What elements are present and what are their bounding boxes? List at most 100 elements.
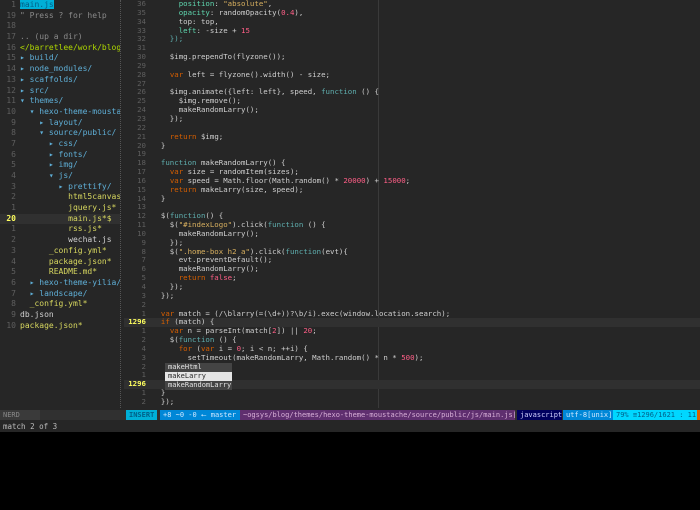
tree-row[interactable]: 7 ▸ landscape/ [0,289,120,300]
tree-row[interactable]: 4 package.json* [0,257,120,268]
tree-entry[interactable]: ▾ hexo-theme-moustache/ [20,107,120,116]
tree-entry[interactable]: _config.yml* [20,246,107,255]
tree-entry[interactable]: ▾ themes/ [20,96,63,105]
tree-row[interactable]: 1 rss.js* [0,224,120,235]
code-line[interactable]: 3 setTimeout(makeRandomLarry, Math.rando… [124,354,700,363]
code-line[interactable]: 28 var left = flyzone().width() - size; [124,71,700,80]
tree-entry[interactable]: ▸ hexo-theme-yilia/ [20,278,120,287]
tree-entry[interactable]: main.js [20,0,54,9]
tree-row[interactable]: 2 html5canvas.min.js* [0,192,120,203]
tree-entry[interactable]: .. (up a dir) [20,32,83,41]
autocomplete-popup[interactable]: makeHtmlmakeLarrymakeRandomLarry [165,363,232,390]
tree-entry[interactable]: ▾ js/ [20,171,73,180]
tree-row[interactable]: 6 ▸ fonts/ [0,150,120,161]
tree-row[interactable]: 6 ▸ hexo-theme-yilia/ [0,278,120,289]
completion-item[interactable]: makeLarry [165,372,232,381]
tree-row[interactable]: 3 ▸ prettify/ [0,182,120,193]
code-line[interactable]: 24 makeRandomLarry(); [124,106,700,115]
tree-entry[interactable]: </barretlee/work/blogsys/bl [20,43,120,52]
tree-row[interactable]: 11▾ themes/ [0,96,120,107]
line-number: 12 [0,86,16,97]
tree-row[interactable]: 17.. (up a dir) [0,32,120,43]
code-line[interactable]: 30 $img.prependTo(flyzone()); [124,53,700,62]
line-number: 9 [0,310,16,321]
tree-entry[interactable]: ▸ scaffolds/ [20,75,78,84]
tree-row[interactable]: 9 ▸ layout/ [0,118,120,129]
code-line[interactable]: 23 }); [124,115,700,124]
tree-entry[interactable]: package.json* [20,257,112,266]
code-line[interactable]: 15 return makeLarry(size, speed); [124,186,700,195]
tree-entry[interactable]: " Press ? for help [20,11,107,20]
tree-row[interactable]: 14▸ node_modules/ [0,64,120,75]
tree-row[interactable]: 16</barretlee/work/blogsys/bl [0,43,120,54]
tree-row[interactable]: 19" Press ? for help [0,11,120,22]
code-line[interactable]: 32 }); [124,35,700,44]
tree-row[interactable]: 8 _config.yml* [0,299,120,310]
completion-item[interactable]: makeRandomLarry [165,381,232,390]
tree-row[interactable]: 1 jquery.js* [0,203,120,214]
tree-row[interactable]: 10package.json* [0,321,120,332]
mode-indicator: INSERT [126,410,157,420]
tree-row[interactable]: 12 ▸ src/ [0,86,120,97]
code-line[interactable]: 2 }); [124,398,700,407]
code-token: (match) { [170,317,215,326]
tree-row[interactable]: 10 ▾ hexo-theme-moustache/ [0,107,120,118]
tree-row[interactable]: 18 [0,21,120,32]
nerdtree-panel[interactable]: 1main.js19" Press ? for help1817.. (up a… [0,0,120,408]
code-line[interactable]: 1 } [124,389,700,398]
tree-entry[interactable]: ▸ landscape/ [20,289,87,298]
code-line[interactable]: 14 } [124,195,700,204]
tree-entry[interactable]: README.md* [20,267,97,276]
tree-entry[interactable]: ▸ prettify/ [20,182,112,191]
tree-entry[interactable]: ▸ build/ [20,53,59,62]
code-token: top: top, [152,17,219,26]
code-line[interactable]: 3 }); [124,292,700,301]
code-line[interactable]: 4 }); [124,283,700,292]
code-token: var [170,326,183,335]
tree-row[interactable]: 9 db.json [0,310,120,321]
code-token: () { [357,87,379,96]
tree-entry[interactable]: ▸ node_modules/ [20,64,92,73]
code-token: position [179,0,215,8]
tree-entry[interactable]: ▸ src/ [20,86,49,95]
tree-row[interactable]: 2 wechat.js [0,235,120,246]
tree-entry[interactable]: ▸ fonts/ [20,150,87,159]
tree-row[interactable]: 13▸ scaffolds/ [0,75,120,86]
tree-row[interactable]: 8 ▾ source/public/ [0,128,120,139]
completion-item[interactable]: makeHtml [165,363,232,372]
tree-entry[interactable]: main.js*$ [20,214,112,223]
editor-pane[interactable]: 36 position: "absolute",35 opacity: rand… [124,0,700,408]
code-token: $img.animate({left: left}, speed, [152,87,321,96]
tree-entry[interactable]: db.json [20,310,54,319]
tree-entry[interactable]: ▸ img/ [20,160,78,169]
code-token: speed = Math.floor(Math.random() * [183,176,343,185]
tree-row[interactable]: 5 README.md* [0,267,120,278]
code-line[interactable]: 21 return $img; [124,133,700,142]
tree-entry[interactable]: _config.yml* [20,299,87,308]
tree-row[interactable]: 1main.js [0,0,120,11]
tree-row[interactable]: 4 ▾ js/ [0,171,120,182]
code-line[interactable]: 5 return false; [124,274,700,283]
code-line[interactable]: 10 makeRandomLarry(); [124,230,700,239]
code-token [152,326,170,335]
tree-entry[interactable]: jquery.js* [20,203,116,212]
code-line[interactable]: 33 left: -size + 15 [124,27,700,36]
tree-row[interactable]: 5 ▸ img/ [0,160,120,171]
tree-row[interactable]: 20 main.js*$ [0,214,120,225]
code-token: ( [192,344,201,353]
tree-entry[interactable]: wechat.js [20,235,112,244]
tree-entry[interactable]: ▾ source/public/ [20,128,116,137]
code-token: if [161,317,170,326]
tree-row[interactable]: 7 ▸ css/ [0,139,120,150]
tree-entry[interactable]: package.json* [20,321,83,330]
tree-entry[interactable]: rss.js* [20,224,102,233]
code-token: var [170,70,183,79]
code-line[interactable]: 20 } [124,142,700,151]
tree-entry[interactable]: ▸ css/ [20,139,78,148]
tree-entry[interactable]: html5canvas.min.js* [20,192,120,201]
code-token: size = randomItem(sizes); [183,167,299,176]
tree-entry[interactable]: ▸ layout/ [20,118,83,127]
tree-row[interactable]: 3 _config.yml* [0,246,120,257]
tree-row[interactable]: 15▸ build/ [0,53,120,64]
split-divider[interactable] [120,0,122,408]
